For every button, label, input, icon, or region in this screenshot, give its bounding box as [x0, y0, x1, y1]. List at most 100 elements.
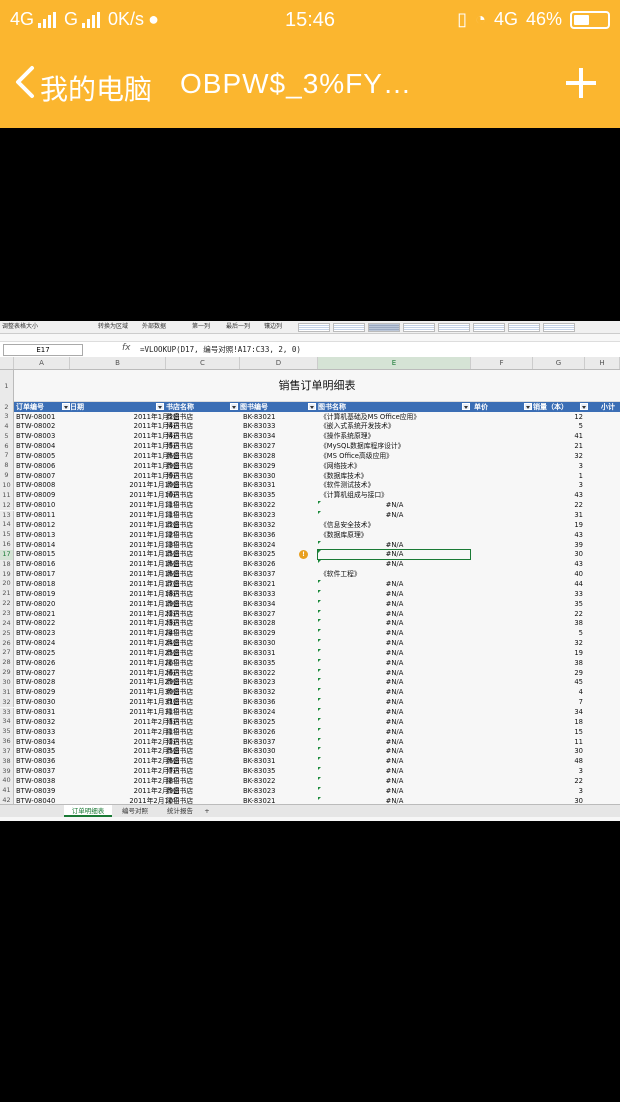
store-cell[interactable]: 鼎盛书店	[166, 756, 193, 766]
date-cell[interactable]: 2011年2月1日	[70, 717, 180, 727]
quantity-cell[interactable]: 7	[533, 697, 583, 707]
date-cell[interactable]: 2011年1月31日	[70, 697, 180, 707]
order-id-cell[interactable]: BTW-08035	[16, 746, 55, 756]
row-number[interactable]: 7	[0, 451, 14, 462]
store-cell[interactable]: 鼎盛书店	[166, 746, 193, 756]
store-cell[interactable]: 博达书店	[166, 431, 193, 441]
date-cell[interactable]: 2011年1月16日	[70, 559, 180, 569]
back-title[interactable]: 我的电脑	[40, 68, 152, 108]
store-cell[interactable]: 博达书店	[166, 609, 193, 619]
order-id-cell[interactable]: BTW-08032	[16, 717, 55, 727]
book-code-cell[interactable]: BK-83030	[243, 471, 275, 481]
table-style-swatch[interactable]	[438, 323, 470, 332]
row-number[interactable]: 11	[0, 490, 14, 501]
row-number[interactable]: 35	[0, 727, 14, 738]
book-name-cell[interactable]: #N/A	[318, 687, 471, 697]
book-code-cell[interactable]: BK-83032	[243, 520, 275, 530]
date-cell[interactable]: 2011年2月8日	[70, 776, 180, 786]
quantity-cell[interactable]: 40	[533, 569, 583, 579]
filter-dropdown-icon[interactable]	[580, 403, 588, 410]
row-number[interactable]: 6	[0, 441, 14, 452]
date-cell[interactable]: 2011年1月9日	[70, 471, 180, 481]
book-name-cell[interactable]: #N/A	[318, 776, 471, 786]
name-box[interactable]: E17	[3, 344, 83, 356]
book-code-cell[interactable]: BK-83031	[243, 756, 275, 766]
book-name-cell[interactable]: 《软件工程》	[320, 569, 361, 579]
store-cell[interactable]: 隆华书店	[166, 530, 193, 540]
book-code-cell[interactable]: BK-83026	[243, 559, 275, 569]
row-number[interactable]: 15	[0, 530, 14, 541]
date-cell[interactable]: 2011年1月29日	[70, 677, 180, 687]
book-name-cell[interactable]: #N/A	[318, 599, 471, 609]
book-code-cell[interactable]: BK-83026	[243, 727, 275, 737]
book-name-cell[interactable]: #N/A	[318, 697, 471, 707]
book-name-cell[interactable]: #N/A	[318, 638, 471, 648]
book-code-cell[interactable]: BK-83034	[243, 431, 275, 441]
row-number[interactable]: 31	[0, 687, 14, 698]
book-name-cell[interactable]: #N/A	[318, 618, 471, 628]
date-cell[interactable]: 2011年1月31日	[70, 707, 180, 717]
add-sheet-icon[interactable]: +	[200, 805, 214, 817]
order-id-cell[interactable]: BTW-08026	[16, 658, 55, 668]
store-cell[interactable]: 鼎盛书店	[166, 638, 193, 648]
table-style-swatch[interactable]	[333, 323, 365, 332]
book-name-cell[interactable]: #N/A	[318, 766, 471, 776]
order-id-cell[interactable]: BTW-08004	[16, 441, 55, 451]
quantity-cell[interactable]: 21	[533, 441, 583, 451]
quantity-cell[interactable]: 3	[533, 786, 583, 796]
order-id-cell[interactable]: BTW-08021	[16, 609, 55, 619]
formula-text[interactable]: =VLOOKUP(D17, 编号对照!A17:C33, 2, 0)	[140, 344, 301, 355]
order-id-cell[interactable]: BTW-08022	[16, 618, 55, 628]
quantity-cell[interactable]: 35	[533, 599, 583, 609]
order-id-cell[interactable]: BTW-08016	[16, 559, 55, 569]
book-name-cell[interactable]: #N/A	[318, 707, 471, 717]
row-number[interactable]: 41	[0, 786, 14, 797]
quantity-cell[interactable]: 43	[533, 559, 583, 569]
store-cell[interactable]: 博达书店	[166, 737, 193, 747]
book-code-cell[interactable]: BK-83029	[243, 628, 275, 638]
book-code-cell[interactable]: BK-83034	[243, 599, 275, 609]
book-name-cell[interactable]: #N/A	[318, 737, 471, 747]
book-code-cell[interactable]: BK-83022	[243, 500, 275, 510]
book-code-cell[interactable]: BK-83024	[243, 540, 275, 550]
quantity-cell[interactable]: 4	[533, 687, 583, 697]
book-code-cell[interactable]: BK-83022	[243, 668, 275, 678]
table-style-swatch[interactable]	[298, 323, 330, 332]
quantity-cell[interactable]: 30	[533, 746, 583, 756]
book-name-cell[interactable]: 《操作系统原理》	[320, 431, 374, 441]
store-cell[interactable]: 鼎盛书店	[166, 451, 193, 461]
order-id-cell[interactable]: BTW-08028	[16, 677, 55, 687]
quantity-cell[interactable]: 18	[533, 717, 583, 727]
book-name-cell[interactable]: #N/A	[318, 628, 471, 638]
date-cell[interactable]: 2011年2月2日	[70, 737, 180, 747]
date-cell[interactable]: 2011年1月23日	[70, 618, 180, 628]
quantity-cell[interactable]: 19	[533, 648, 583, 658]
row-number[interactable]: 19	[0, 569, 14, 580]
order-id-cell[interactable]: BTW-08018	[16, 579, 55, 589]
quantity-cell[interactable]: 41	[533, 431, 583, 441]
date-cell[interactable]: 2011年1月4日	[70, 431, 180, 441]
book-name-cell[interactable]: #N/A	[318, 559, 471, 569]
store-cell[interactable]: 隆华书店	[166, 628, 193, 638]
book-code-cell[interactable]: BK-83027	[243, 441, 275, 451]
date-cell[interactable]: 2011年1月4日	[70, 421, 180, 431]
row-number[interactable]: 20	[0, 579, 14, 590]
date-cell[interactable]: 2011年1月17日	[70, 579, 180, 589]
quantity-cell[interactable]: 30	[533, 549, 583, 559]
date-cell[interactable]: 2011年1月12日	[70, 520, 180, 530]
book-name-cell[interactable]: 《嵌入式系统开发技术》	[320, 421, 395, 431]
order-id-cell[interactable]: BTW-08038	[16, 776, 55, 786]
row-number[interactable]: 4	[0, 421, 14, 432]
book-code-cell[interactable]: BK-83021	[243, 412, 275, 422]
book-code-cell[interactable]: BK-83031	[243, 480, 275, 490]
add-icon[interactable]	[564, 66, 598, 100]
sheet-tab[interactable]: 订单明细表	[64, 805, 112, 817]
date-cell[interactable]: 2011年1月10日	[70, 490, 180, 500]
row-number[interactable]: 26	[0, 638, 14, 649]
filter-dropdown-icon[interactable]	[308, 403, 316, 410]
warning-icon[interactable]: !	[299, 549, 308, 559]
book-name-cell[interactable]: #N/A	[318, 786, 471, 796]
date-cell[interactable]: 2011年2月7日	[70, 766, 180, 776]
quantity-cell[interactable]: 34	[533, 707, 583, 717]
book-code-cell[interactable]: BK-83023	[243, 510, 275, 520]
